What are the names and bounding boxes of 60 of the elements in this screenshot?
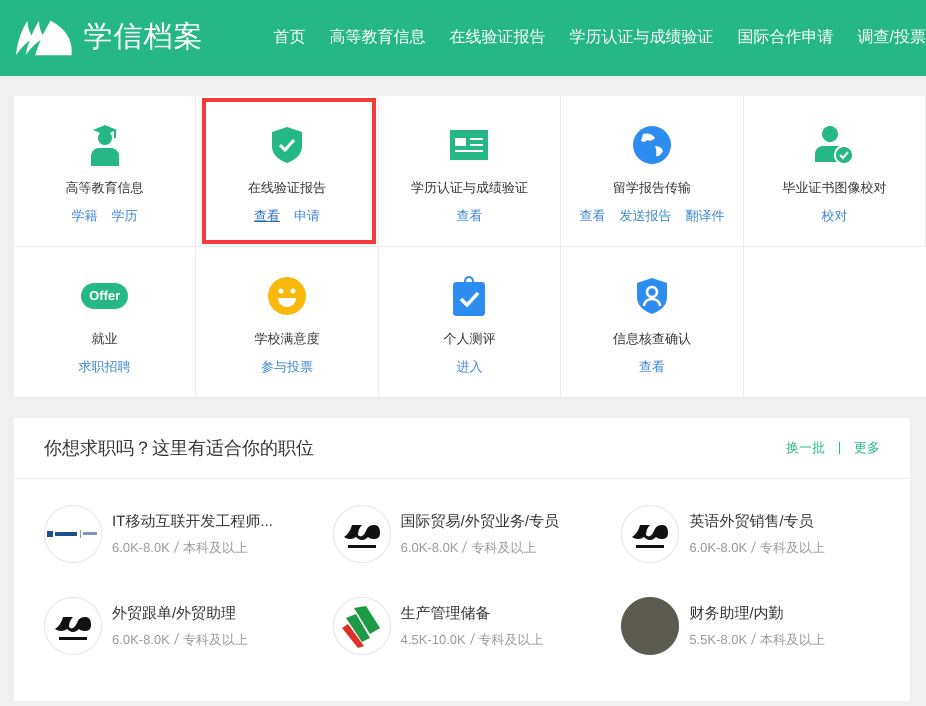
service-title: 在线验证报告	[248, 179, 326, 197]
jobs-heading: 你想求职吗？这里有适合你的职位	[44, 436, 314, 460]
job-education: 专科及以上	[471, 538, 536, 556]
job-title[interactable]: 生产管理储备	[400, 603, 544, 626]
service-link[interactable]: 求职招聘	[78, 356, 131, 376]
job-education: 本科及以上	[760, 630, 826, 648]
jobs-action-link[interactable]: 换一批	[786, 438, 825, 458]
job-title[interactable]: IT移动互联开发工程师...	[112, 511, 273, 534]
service-title: 学校满意度	[254, 330, 320, 348]
service-title: 留学报告传输	[612, 179, 691, 197]
nav-link[interactable]: 国际合作申请	[738, 26, 834, 50]
service-title: 个人测评	[443, 330, 496, 348]
service-link[interactable]: 查看	[579, 206, 606, 225]
job-title[interactable]: 国际贸易/外贸业务/专员	[400, 511, 559, 534]
job-salary: 4.5K-10.0K	[400, 630, 466, 648]
service-title: 毕业证书图像校对	[782, 179, 886, 197]
job-salary: 6.0K-8.0K	[400, 538, 458, 556]
job-education: 专科及以上	[182, 630, 248, 648]
service-link[interactable]: 翻译件	[685, 206, 724, 225]
smiley-icon	[268, 277, 306, 315]
jobs-action-link[interactable]: 更多	[854, 438, 880, 458]
job-salary: 5.5K-8.0K	[689, 630, 748, 648]
service-link[interactable]: 查看	[254, 206, 280, 225]
id-card-icon	[450, 130, 488, 160]
clipboard-check-icon	[453, 276, 486, 316]
job-salary: 6.0K-8.0K	[689, 538, 748, 556]
service-link[interactable]: 发送报告	[619, 206, 672, 225]
service-title: 就业	[92, 330, 118, 348]
service-link[interactable]: 学籍	[72, 206, 98, 225]
globe-icon	[632, 126, 671, 164]
job-education: 专科及以上	[478, 630, 544, 648]
service-link[interactable]: 进入	[456, 356, 482, 376]
nav-link[interactable]: 高等教育信息	[330, 26, 426, 50]
shield-check-icon	[271, 126, 304, 164]
person-check-icon	[815, 126, 854, 164]
service-link[interactable]: 学历	[112, 206, 138, 225]
job-title[interactable]: 外贸跟单/外贸助理	[112, 603, 248, 626]
job-title[interactable]: 财务助理/内勤	[689, 603, 826, 626]
service-link[interactable]: 校对	[821, 206, 848, 225]
job-salary: 6.0K-8.0K	[112, 630, 170, 648]
graduate-icon	[88, 124, 121, 166]
job-education: 专科及以上	[760, 538, 826, 556]
job-education: 本科及以上	[182, 538, 248, 556]
service-link[interactable]: 申请	[294, 206, 320, 225]
service-link[interactable]: 查看	[638, 356, 665, 376]
service-title: 信息核查确认	[612, 330, 691, 348]
book-logo-icon	[14, 18, 74, 58]
service-link[interactable]: 查看	[456, 206, 482, 225]
service-title: 学历认证与成绩验证	[410, 179, 528, 197]
offer-badge: Offer	[81, 283, 128, 309]
nav-link[interactable]: 学历认证与成绩验证	[570, 26, 714, 50]
job-title[interactable]: 英语外贸销售/专员	[689, 511, 826, 534]
shield-person-icon	[636, 277, 668, 315]
nav-link[interactable]: 调查/投票	[858, 26, 926, 50]
service-link[interactable]: 参与投票	[261, 356, 314, 376]
nav-link[interactable]: 在线验证报告	[450, 26, 546, 50]
job-salary: 6.0K-8.0K	[112, 538, 170, 556]
site-title: 学信档案	[84, 20, 204, 56]
nav-link[interactable]: 首页	[274, 26, 306, 50]
service-title: 高等教育信息	[66, 179, 144, 197]
